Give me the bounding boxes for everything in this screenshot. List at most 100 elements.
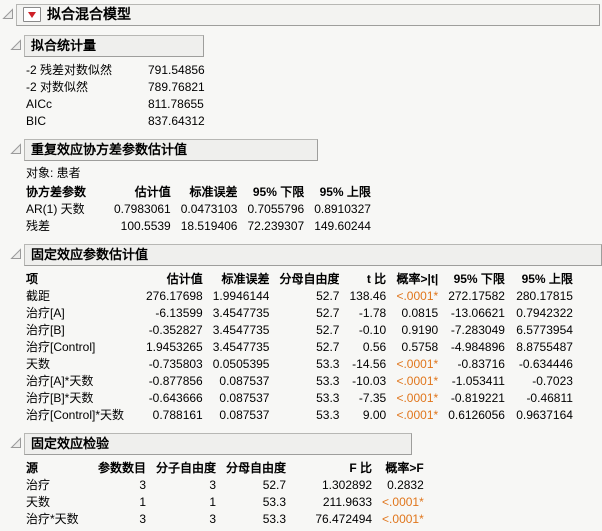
section-title-fixed-tests[interactable]: 固定效应检验 bbox=[24, 433, 412, 455]
cell-value: 53.3 bbox=[316, 374, 340, 388]
red-triangle-menu-button[interactable] bbox=[23, 7, 41, 22]
cell-value: 138.46 bbox=[349, 289, 387, 303]
cell-value: 8.8755487 bbox=[516, 340, 573, 354]
column-header: t 比 bbox=[366, 272, 387, 286]
table-row: 截距 276.17698 1.9946144 52.7 138.46 <.0001* 272… bbox=[26, 288, 573, 305]
row-label: 天数 bbox=[26, 357, 51, 371]
column-header: 源 bbox=[26, 461, 39, 475]
column-header: 95% 上限 bbox=[319, 185, 371, 199]
cell-value: 0.7983061 bbox=[114, 202, 171, 216]
cell-value: 3.4547735 bbox=[212, 323, 270, 337]
section-title-fit-statistics[interactable]: 拟合统计量 bbox=[24, 35, 204, 57]
cell-value: 0.0815 bbox=[401, 306, 439, 320]
fixed-tests-body: 源 参数数目 分子自由度 分母自由度 F 比概率>F 治疗 3 3 52.7 1.302892 0.… bbox=[26, 460, 602, 528]
cell-value: 272.17582 bbox=[448, 289, 505, 303]
cell-value: 0.7055796 bbox=[247, 202, 305, 216]
cell-value: 6.5773954 bbox=[516, 323, 573, 337]
disclosure-triangle-icon[interactable] bbox=[10, 437, 22, 449]
table-row: 治疗[A] -6.13599 3.4547735 52.7 -1.78 0.0815 -13… bbox=[26, 305, 573, 322]
cell-value: 53.3 bbox=[316, 408, 340, 422]
report-root: 拟合混合模型 拟合统计量 -2 残差对数似然 791.54856 -2 对数似然 78… bbox=[0, 0, 602, 528]
column-header: 标准误差 bbox=[221, 272, 270, 286]
column-header: 95% 下限 bbox=[252, 185, 305, 199]
section-title-label: 重复效应协方差参数估计值 bbox=[31, 142, 188, 157]
cell-value: 53.3 bbox=[316, 357, 340, 371]
cell-value: <.0001* bbox=[396, 357, 439, 371]
cell-value: 0.2832 bbox=[387, 478, 424, 492]
column-header: 标准误差 bbox=[189, 185, 238, 199]
cell-value: -0.10 bbox=[358, 323, 387, 337]
table-row: 治疗 3 3 52.7 1.302892 0.2832 bbox=[26, 477, 424, 494]
cell-value: 149.60244 bbox=[314, 219, 371, 233]
section-fixed-tests: 固定效应检验 源 参数数目 分子自由度 分母自由度 F 比概率>F 治疗 3 3 52.7 1.3… bbox=[10, 433, 602, 528]
cell-value: 0.087537 bbox=[219, 391, 270, 405]
section-title-fixed-parameters[interactable]: 固定效应参数估计值 bbox=[24, 244, 602, 266]
cell-value: 3 bbox=[209, 478, 217, 492]
cell-value: 280.17815 bbox=[516, 289, 573, 303]
cell-value: 0.7942322 bbox=[516, 306, 573, 320]
table-row: 天数 1 1 53.3 211.9633 <.0001* bbox=[26, 494, 424, 511]
disclosure-triangle-icon[interactable] bbox=[10, 143, 22, 155]
cell-value: 9.00 bbox=[362, 408, 387, 422]
cell-value: -0.735803 bbox=[148, 357, 203, 371]
disclosure-triangle-icon[interactable] bbox=[10, 39, 22, 51]
report-title-bar[interactable]: 拟合混合模型 bbox=[16, 4, 600, 26]
cell-value: -1.78 bbox=[358, 306, 387, 320]
cell-value: -13.06621 bbox=[450, 306, 505, 320]
section-title-label: 固定效应参数估计值 bbox=[31, 247, 149, 262]
table-row: BIC 837.64312 bbox=[26, 113, 224, 130]
cell-value: 811.78655 bbox=[148, 97, 204, 111]
section-title-repeated-covariance[interactable]: 重复效应协方差参数估计值 bbox=[24, 139, 318, 161]
table-row: -2 对数似然 789.76821 bbox=[26, 79, 224, 96]
cell-value: 3.4547735 bbox=[212, 306, 270, 320]
row-label: 天数 bbox=[26, 495, 51, 509]
cell-value: 52.7 bbox=[262, 478, 287, 492]
row-label: 治疗[Control]*天数 bbox=[26, 408, 125, 422]
cell-value: 0.5758 bbox=[401, 340, 439, 354]
cell-value: 1 bbox=[209, 495, 217, 509]
section-header-row: 拟合统计量 bbox=[10, 35, 602, 57]
covariance-parameters-table: 协方差参数 估计值 标准误差 95% 下限 95% 上限 AR(1) 天数 0.798306… bbox=[26, 184, 371, 235]
fit-statistics-body: -2 残差对数似然 791.54856 -2 对数似然 789.76821 AICc 81… bbox=[26, 62, 602, 130]
row-label: 截距 bbox=[26, 289, 51, 303]
cell-value: 0.0473103 bbox=[180, 202, 238, 216]
fixed-effects-tests-table: 源 参数数目 分子自由度 分母自由度 F 比概率>F 治疗 3 3 52.7 1.302892 0.… bbox=[26, 460, 424, 528]
row-label: 治疗 bbox=[26, 478, 51, 492]
cell-value: 0.56 bbox=[362, 340, 387, 354]
disclosure-triangle-icon[interactable] bbox=[10, 248, 22, 260]
cell-value: 53.3 bbox=[262, 495, 287, 509]
cell-value: <.0001* bbox=[396, 391, 439, 405]
fixed-effects-parameters-table: 项 估计值 标准误差 分母自由度 t 比概率>|t| 95% 下限 95% 上限 截距 276.… bbox=[26, 271, 573, 424]
cell-value: -0.634446 bbox=[518, 357, 573, 371]
cell-value: -0.7023 bbox=[532, 374, 573, 388]
cell-value: <.0001* bbox=[382, 495, 424, 509]
row-label: 残差 bbox=[26, 219, 51, 233]
cell-value: -1.053411 bbox=[451, 374, 505, 388]
section-fixed-parameters: 固定效应参数估计值 项 估计值 标准误差 分母自由度 t 比概率>|t| 95% 下限 95… bbox=[10, 244, 602, 424]
cell-value: 52.7 bbox=[316, 323, 340, 337]
section-header-row: 固定效应检验 bbox=[10, 433, 602, 455]
cell-value: <.0001* bbox=[396, 374, 439, 388]
cell-value: 0.0505395 bbox=[212, 357, 270, 371]
section-repeated-covariance: 重复效应协方差参数估计值 对象: 患者 协方差参数 估计值 标准误差 95% 下限 95… bbox=[10, 139, 602, 235]
table-row: AICc 811.78655 bbox=[26, 96, 224, 113]
cell-value: 18.519406 bbox=[180, 219, 238, 233]
table-row: 治疗[B] -0.352827 3.4547735 52.7 -0.10 0.9190 -7… bbox=[26, 322, 573, 339]
column-header: 分母自由度 bbox=[226, 461, 287, 475]
cell-value: <.0001* bbox=[382, 512, 424, 526]
table-header-row: 源 参数数目 分子自由度 分母自由度 F 比概率>F bbox=[26, 460, 424, 477]
table-row: 天数 -0.735803 0.0505395 53.3 -14.56 <.0001* -0.… bbox=[26, 356, 573, 373]
row-label: AR(1) 天数 bbox=[26, 202, 85, 216]
cell-value: 791.54856 bbox=[148, 63, 205, 77]
cell-value: -0.46811 bbox=[526, 391, 573, 405]
cell-value: -10.03 bbox=[352, 374, 387, 388]
cell-value: 0.6126056 bbox=[448, 408, 505, 422]
column-header: 概率>F bbox=[385, 461, 424, 475]
cell-value: <.0001* bbox=[396, 408, 439, 422]
disclosure-triangle-icon[interactable] bbox=[2, 8, 14, 20]
cell-value: -7.283049 bbox=[450, 323, 505, 337]
cell-value: 0.087537 bbox=[219, 374, 270, 388]
column-header: 项 bbox=[26, 272, 39, 286]
cell-value: 53.3 bbox=[262, 512, 287, 526]
table-row: 治疗[A]*天数 -0.877856 0.087537 53.3 -10.03 <.000… bbox=[26, 373, 573, 390]
